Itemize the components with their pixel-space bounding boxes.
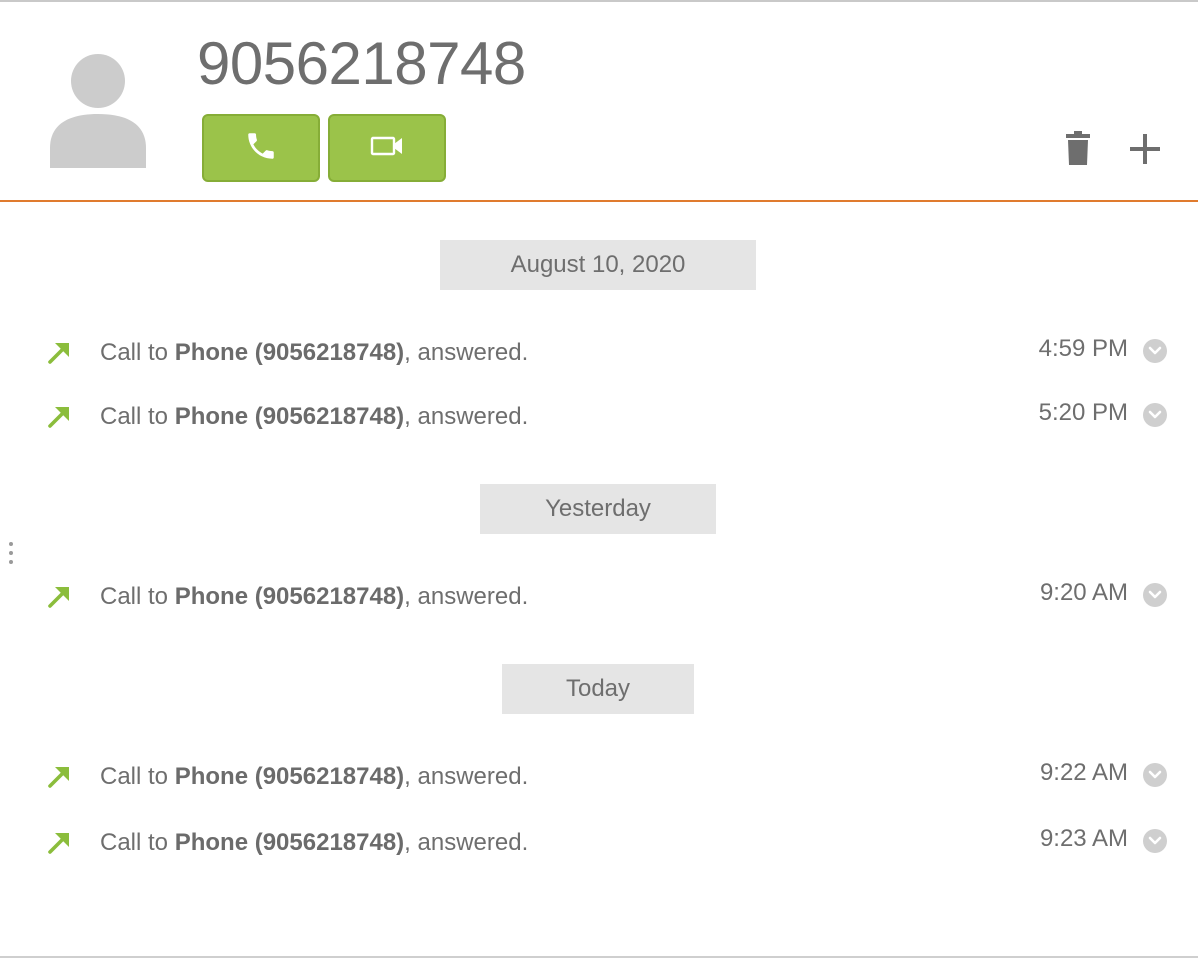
call-time: 9:22 AM	[1039, 759, 1128, 786]
trash-icon	[1065, 130, 1091, 170]
plus-icon	[1128, 132, 1162, 171]
call-button[interactable]	[202, 114, 320, 182]
video-camera-icon	[370, 133, 404, 164]
call-history-row: Call to Phone (9056218748), answered. 5:…	[0, 396, 1198, 436]
call-time: 9:20 AM	[1039, 579, 1128, 606]
date-header: Yesterday	[480, 484, 716, 534]
outgoing-call-arrow-icon	[46, 402, 74, 430]
video-call-button[interactable]	[328, 114, 446, 182]
chevron-down-circle-icon[interactable]	[1143, 583, 1167, 607]
header-divider	[0, 200, 1198, 202]
call-description: Call to Phone (9056218748), answered.	[100, 403, 529, 430]
resize-handle[interactable]	[7, 542, 15, 568]
contact-number: 9056218748	[197, 30, 526, 97]
outgoing-call-arrow-icon	[46, 828, 74, 856]
phone-icon	[244, 129, 278, 168]
call-history-row: Call to Phone (9056218748), answered. 9:…	[0, 576, 1198, 616]
outgoing-call-arrow-icon	[46, 338, 74, 366]
chevron-down-circle-icon[interactable]	[1143, 763, 1167, 787]
delete-button[interactable]	[1062, 130, 1094, 170]
date-header: August 10, 2020	[440, 240, 756, 290]
chevron-down-circle-icon[interactable]	[1143, 829, 1167, 853]
call-history-row: Call to Phone (9056218748), answered. 4:…	[0, 332, 1198, 372]
person-silhouette-icon	[48, 54, 148, 170]
call-history-row: Call to Phone (9056218748), answered. 9:…	[0, 756, 1198, 796]
call-time: 9:23 AM	[1039, 825, 1128, 852]
call-description: Call to Phone (9056218748), answered.	[100, 339, 529, 366]
contact-header: 9056218748	[0, 2, 1198, 200]
date-header: Today	[502, 664, 694, 714]
chevron-down-circle-icon[interactable]	[1143, 403, 1167, 427]
chevron-down-circle-icon[interactable]	[1143, 339, 1167, 363]
add-button[interactable]	[1124, 130, 1166, 172]
call-description: Call to Phone (9056218748), answered.	[100, 763, 529, 790]
outgoing-call-arrow-icon	[46, 762, 74, 790]
call-history-row: Call to Phone (9056218748), answered. 9:…	[0, 822, 1198, 862]
window-bottom-border	[0, 956, 1198, 958]
call-time: 5:20 PM	[1038, 399, 1128, 426]
call-description: Call to Phone (9056218748), answered.	[100, 829, 529, 856]
call-time: 4:59 PM	[1038, 335, 1128, 362]
outgoing-call-arrow-icon	[46, 582, 74, 610]
call-description: Call to Phone (9056218748), answered.	[100, 583, 529, 610]
